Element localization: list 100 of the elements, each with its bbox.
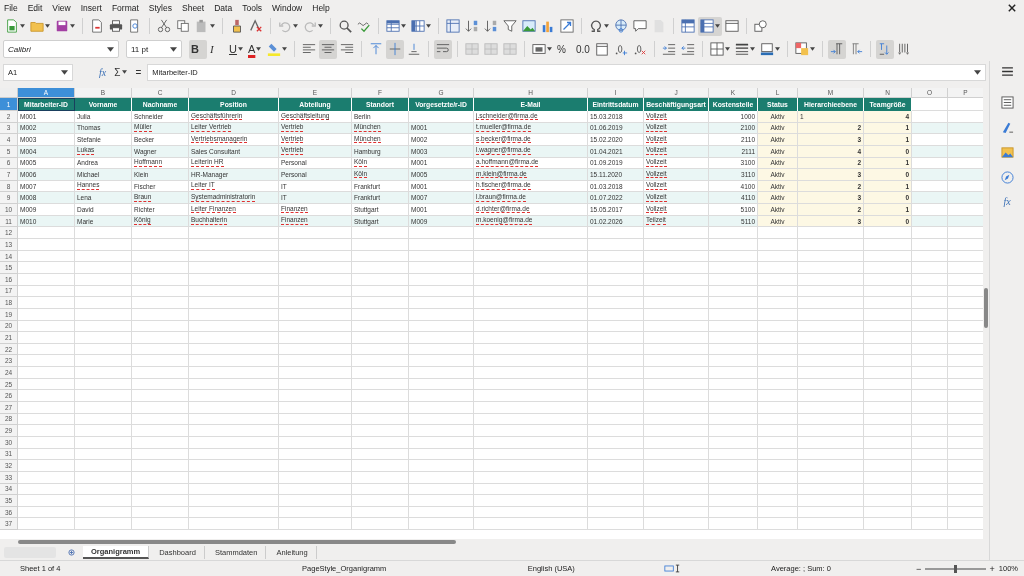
scrollbar-thumb[interactable] — [984, 288, 988, 328]
caret-icon[interactable] — [210, 24, 215, 28]
caret-icon[interactable] — [70, 24, 75, 28]
caret-icon[interactable] — [122, 70, 128, 74]
caret-icon[interactable] — [426, 24, 431, 28]
number-format-icon — [532, 42, 546, 56]
properties-icon[interactable] — [1000, 96, 1014, 109]
italic-button[interactable]: I — [208, 39, 226, 59]
caret-icon[interactable] — [974, 69, 981, 75]
remove-decimal-icon — [633, 42, 647, 56]
decimal-format-button[interactable]: 0.0 — [574, 39, 592, 59]
function-wizard-button[interactable]: fx — [97, 66, 109, 78]
caret-icon[interactable] — [293, 24, 298, 28]
caret-icon[interactable] — [107, 46, 114, 52]
pivot-table-icon — [560, 19, 574, 33]
caret-icon[interactable] — [715, 24, 720, 28]
align-center-icon — [321, 42, 335, 56]
clear-formatting-icon — [249, 19, 263, 33]
gallery-icon[interactable] — [1000, 146, 1014, 159]
new-document-icon — [5, 19, 19, 33]
styles-icon[interactable] — [1000, 121, 1014, 134]
underline-button[interactable]: U — [227, 39, 245, 59]
menu-item[interactable]: File — [4, 2, 18, 13]
merge-cells-icon — [484, 42, 498, 56]
caret-icon[interactable] — [45, 24, 50, 28]
selection-mode-icon[interactable] — [664, 564, 682, 573]
sort-ascending-icon — [465, 19, 479, 33]
menu-item[interactable]: Format — [111, 2, 139, 13]
zoom-in-button[interactable]: + — [988, 563, 996, 574]
bold-button[interactable]: B — [189, 39, 207, 59]
zoom-out-button[interactable]: − — [915, 563, 923, 574]
paste-icon — [195, 19, 209, 33]
formula-button[interactable]: = — [133, 66, 144, 78]
caret-icon[interactable] — [170, 46, 177, 52]
caret-icon[interactable] — [20, 24, 25, 28]
date-format-icon — [595, 42, 609, 56]
font-size-field[interactable]: 11 pt — [126, 40, 182, 58]
split-window-icon — [700, 19, 714, 33]
border-color-icon — [760, 42, 774, 56]
caret-icon[interactable] — [237, 47, 243, 51]
menu-item[interactable]: Insert — [80, 2, 102, 13]
export-pdf-icon — [90, 19, 104, 33]
add-decimal-icon — [614, 42, 628, 56]
scrollbar-thumb[interactable] — [18, 540, 456, 544]
vertical-text-icon — [897, 42, 911, 56]
align-middle-button[interactable] — [386, 39, 404, 59]
caret-icon[interactable] — [725, 47, 730, 51]
borders-icon — [710, 42, 724, 56]
left-to-right-button[interactable] — [828, 39, 846, 59]
align-bottom-icon — [407, 42, 421, 56]
menu-item[interactable]: Tools — [242, 2, 262, 13]
insert-rows-icon — [386, 19, 400, 33]
add-sheet-icon[interactable] — [68, 549, 75, 556]
spelling-icon — [357, 19, 371, 33]
caret-icon[interactable] — [547, 47, 552, 51]
undo-icon — [278, 19, 292, 33]
headers-button[interactable] — [444, 16, 462, 36]
font-name-field[interactable]: Calibri — [3, 40, 119, 58]
percent-format-button[interactable]: % — [555, 39, 573, 59]
menu-item[interactable]: Help — [312, 2, 330, 13]
caret-icon[interactable] — [750, 47, 755, 51]
menu-item[interactable]: Window — [272, 2, 303, 13]
freeze-rows-button[interactable] — [679, 16, 697, 36]
menu-item[interactable]: Edit — [27, 2, 43, 13]
open-folder-icon — [30, 19, 44, 33]
caret-icon[interactable] — [61, 69, 68, 75]
menu-item[interactable]: Styles — [148, 2, 172, 13]
align-center-button[interactable] — [319, 39, 337, 59]
special-character-icon — [589, 19, 603, 33]
pivot-table-button[interactable] — [558, 16, 576, 36]
functions-button[interactable]: fx — [1003, 196, 1011, 207]
navigator-icon[interactable] — [1000, 171, 1014, 184]
shapes-icon — [754, 19, 768, 33]
close-icon[interactable] — [1008, 3, 1016, 12]
menu-item[interactable]: Data — [214, 2, 233, 13]
menu-icon[interactable] — [1001, 67, 1013, 76]
caret-icon[interactable] — [604, 24, 609, 28]
split-window-button[interactable] — [698, 16, 722, 36]
zoom-slider[interactable] — [925, 567, 986, 570]
caret-icon[interactable] — [256, 47, 262, 51]
caret-icon[interactable] — [401, 24, 406, 28]
wrap-text-button[interactable] — [434, 39, 452, 59]
caret-icon[interactable] — [810, 47, 815, 51]
hyperlink-icon — [614, 19, 628, 33]
left-to-right-icon — [830, 42, 844, 56]
menu-item[interactable]: Sheet — [182, 2, 205, 13]
caret-icon[interactable] — [775, 47, 780, 51]
stacked-text-button[interactable] — [876, 39, 894, 59]
menu-item[interactable]: View — [52, 2, 71, 13]
save-icon — [55, 19, 69, 33]
font-color-button[interactable]: A — [246, 39, 264, 59]
caret-icon[interactable] — [318, 24, 323, 28]
print-icon — [109, 19, 123, 33]
caret-icon[interactable] — [282, 47, 287, 51]
copy-icon — [176, 19, 190, 33]
stacked-text-icon — [878, 42, 892, 56]
sum-button[interactable]: Σ — [112, 66, 130, 78]
window-view-icon — [725, 19, 739, 33]
sort-descending-icon — [484, 19, 498, 33]
insert-image-icon — [522, 19, 536, 33]
